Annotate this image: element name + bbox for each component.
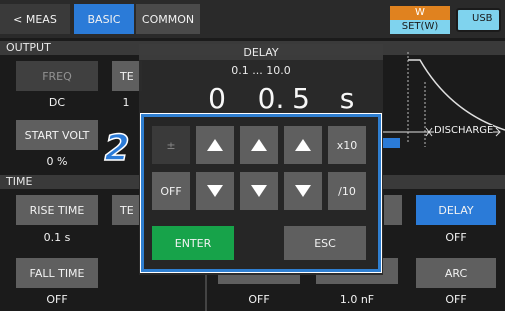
time-extra-button[interactable]: [384, 195, 402, 225]
bottom-cap-value: 1.0 nF: [339, 293, 375, 306]
mode-bottom-label: SET(W): [390, 20, 450, 34]
mode-indicator: W SET(W): [390, 6, 450, 34]
time-te-button[interactable]: TE: [112, 195, 142, 225]
unit-label: s: [339, 82, 355, 115]
digit-3-up-button[interactable]: [284, 126, 322, 164]
meas-back-button[interactable]: < MEAS: [0, 4, 70, 34]
rise-time-button[interactable]: RISE TIME: [16, 195, 98, 225]
dialog-title: DELAY: [243, 46, 279, 59]
fall-time-button[interactable]: FALL TIME: [16, 258, 98, 288]
mode-top-label: W: [415, 7, 425, 18]
step-callout-number: 2: [104, 128, 131, 170]
arc-value: OFF: [445, 293, 467, 306]
timeline-bar: [380, 138, 400, 148]
digit-3: 5: [292, 82, 310, 115]
delay-button[interactable]: DELAY: [416, 195, 496, 225]
up-arrow-icon: [251, 139, 267, 151]
freq-value: DC: [48, 96, 66, 109]
rise-time-value: 0.1 s: [43, 231, 71, 244]
off-button[interactable]: OFF: [152, 172, 190, 210]
div10-button[interactable]: /10: [328, 172, 366, 210]
esc-button[interactable]: ESC: [284, 226, 366, 260]
digit-2-down-button[interactable]: [240, 172, 278, 210]
usb-label: USB: [472, 13, 493, 24]
fall-time-value: OFF: [46, 293, 68, 306]
x10-button[interactable]: x10: [328, 126, 366, 164]
up-arrow-icon: [207, 139, 223, 151]
sign-button[interactable]: ±: [152, 126, 190, 164]
up-arrow-icon: [295, 139, 311, 151]
te-button[interactable]: TE: [112, 61, 142, 91]
digit-1-down-button[interactable]: [196, 172, 234, 210]
down-arrow-icon: [207, 185, 223, 197]
tab-common[interactable]: COMMON: [136, 4, 200, 34]
freq-button[interactable]: FREQ: [16, 61, 98, 91]
te-value: 1: [122, 96, 130, 109]
digit-3-down-button[interactable]: [284, 172, 322, 210]
down-arrow-icon: [295, 185, 311, 197]
discharge-label: DISCHARGE: [434, 125, 494, 136]
start-volt-value: 0 %: [46, 155, 68, 168]
digit-1-up-button[interactable]: [196, 126, 234, 164]
usb-indicator: USB: [456, 8, 501, 32]
tab-basic[interactable]: BASIC: [74, 4, 134, 34]
digit-2: 0.: [257, 82, 285, 115]
digit-1: 0: [208, 82, 226, 115]
device-screen: < MEAS BASIC COMMON W SET(W) USB OUTPUT …: [0, 0, 505, 311]
dialog-range: 0.1 ... 10.0: [231, 64, 291, 77]
bottom-off-value: OFF: [248, 293, 270, 306]
digit-2-up-button[interactable]: [240, 126, 278, 164]
arc-button[interactable]: ARC: [416, 258, 496, 288]
delay-value: OFF: [445, 231, 467, 244]
down-arrow-icon: [251, 185, 267, 197]
enter-button[interactable]: ENTER: [152, 226, 234, 260]
start-volt-button[interactable]: START VOLT: [16, 120, 98, 150]
